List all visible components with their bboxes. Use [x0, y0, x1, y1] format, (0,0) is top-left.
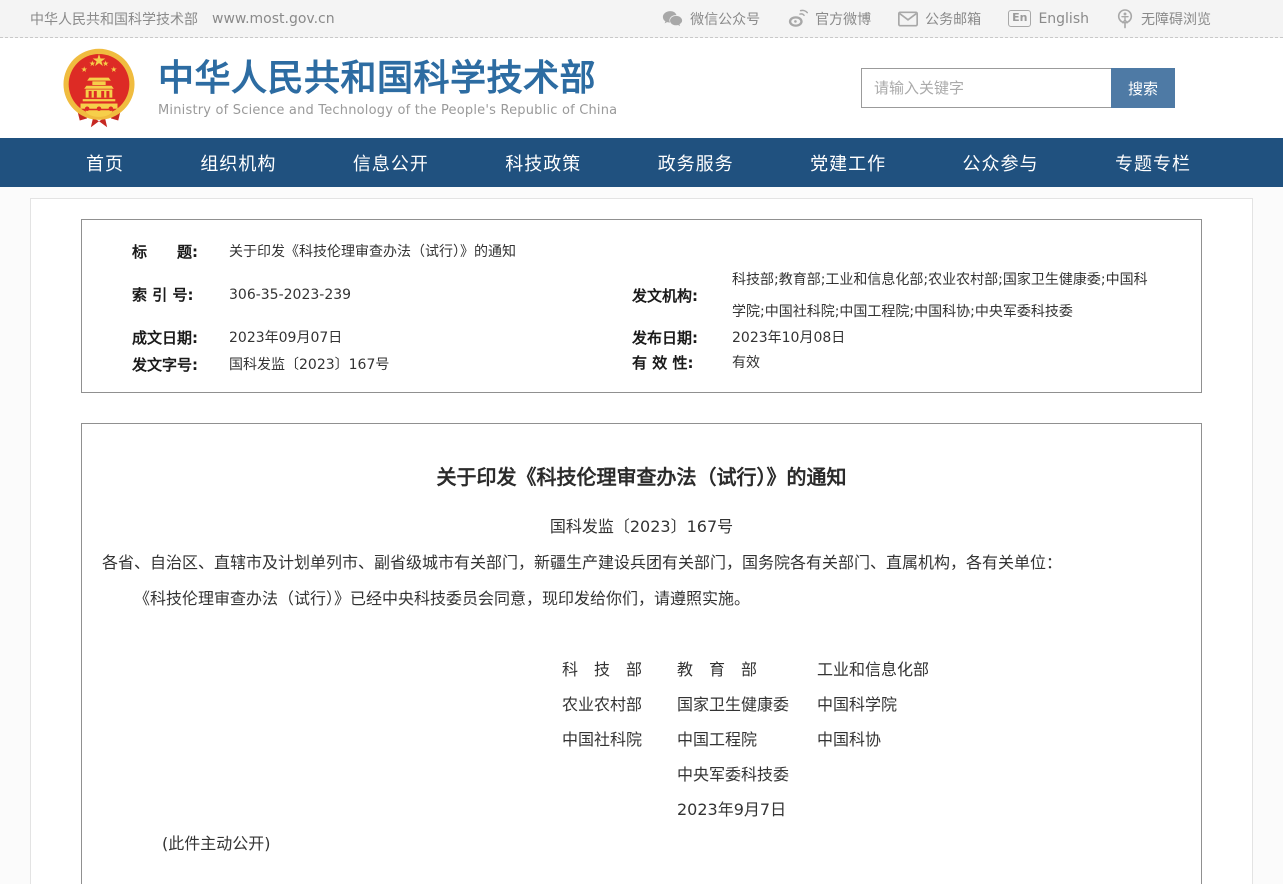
topbar-link-label: English [1038, 11, 1089, 27]
meta-label: 发文字号: [132, 355, 229, 376]
meta-row-index-number: 索 引 号: 306-35-2023-239 [132, 285, 632, 306]
topbar-link-english[interactable]: En English [1008, 10, 1089, 26]
document-paragraph-addressees: 各省、自治区、直辖市及计划单列市、副省级城市有关部门，新疆生产建设兵团有关部门，… [102, 552, 1181, 574]
signatory: 农业农村部 [562, 687, 677, 722]
signature-row: 科 技 部 教 育 部 工业和信息化部 [562, 652, 1181, 687]
document-meta-box: 标 题: 关于印发《科技伦理审查办法（试行）》的通知 索 引 号: 306-35… [81, 219, 1202, 393]
signatory: 中国工程院 [677, 722, 817, 757]
signatory: 中国科协 [817, 722, 1181, 757]
en-icon: En [1008, 10, 1031, 26]
signatory: 工业和信息化部 [817, 652, 1181, 687]
topbar-link-label: 官方微博 [815, 9, 871, 29]
site-identity: 中华人民共和国科学技术部 www.most.gov.cn [30, 9, 335, 29]
brand-text: 中华人民共和国科学技术部 Ministry of Science and Tec… [158, 58, 617, 118]
site-title-cn: 中华人民共和国科学技术部 [158, 58, 617, 99]
meta-label: 标 题: [132, 242, 229, 263]
nav-item-party-building[interactable]: 党建工作 [810, 150, 886, 176]
site-name: 中华人民共和国科学技术部 [30, 9, 198, 29]
meta-label: 成文日期: [132, 328, 229, 349]
main-nav: 首页 组织机构 信息公开 科技政策 政务服务 党建工作 公众参与 专题专栏 [0, 138, 1283, 187]
topbar-link-accessibility[interactable]: 无障碍浏览 [1116, 9, 1211, 29]
national-emblem-icon [62, 47, 136, 129]
meta-left-column: 标 题: 关于印发《科技伦理审查办法（试行）》的通知 索 引 号: 306-35… [82, 232, 632, 392]
meta-row-title: 标 题: 关于印发《科技伦理审查办法（试行）》的通知 [132, 242, 632, 263]
topbar-link-mail[interactable]: 公务邮箱 [898, 9, 981, 29]
site-title-en: Ministry of Science and Technology of th… [158, 103, 617, 118]
signatory: 中国社科院 [562, 722, 677, 757]
meta-row-written-date: 成文日期: 2023年09月07日 [132, 328, 632, 349]
document-body-box: 关于印发《科技伦理审查办法（试行）》的通知 国科发监〔2023〕167号 各省、… [81, 423, 1202, 884]
content-container: 标 题: 关于印发《科技伦理审查办法（试行）》的通知 索 引 号: 306-35… [30, 198, 1253, 884]
meta-value: 2023年09月07日 [229, 328, 342, 349]
signature-date [562, 792, 677, 827]
topbar: 中华人民共和国科学技术部 www.most.gov.cn 微信公众号 官方微博 [0, 0, 1283, 38]
meta-row-publish-date: 发布日期: 2023年10月08日 [632, 328, 1149, 349]
meta-label: 有 效 性: [632, 353, 732, 374]
meta-label: 索 引 号: [132, 285, 229, 306]
meta-row-validity: 有 效 性: 有效 [632, 353, 1149, 374]
topbar-link-label: 微信公众号 [690, 9, 760, 29]
meta-row-doc-number: 发文字号: 国科发监〔2023〕167号 [132, 355, 632, 376]
nav-item-organization[interactable]: 组织机构 [200, 150, 276, 176]
topbar-links: 微信公众号 官方微博 公务邮箱 En English [662, 9, 1211, 29]
signatory [817, 757, 1181, 792]
signatory: 中国科学院 [817, 687, 1181, 722]
meta-right-column: 发文机构: 科技部;教育部;工业和信息化部;农业农村部;国家卫生健康委;中国科学… [632, 232, 1201, 392]
document-number: 国科发监〔2023〕167号 [102, 517, 1181, 537]
signature-row: 中央军委科技委 [562, 757, 1181, 792]
signatory [562, 757, 677, 792]
search-box: 搜索 [861, 68, 1175, 108]
meta-label: 发布日期: [632, 328, 732, 349]
signature-date: 2023年9月7日 [677, 792, 817, 827]
signature-block: 科 技 部 教 育 部 工业和信息化部 农业农村部 国家卫生健康委 中国科学院 … [562, 652, 1181, 827]
nav-item-public-participation[interactable]: 公众参与 [963, 150, 1039, 176]
signature-row-date: 2023年9月7日 [562, 792, 1181, 827]
meta-row-issuing-agencies: 发文机构: 科技部;教育部;工业和信息化部;农业农村部;国家卫生健康委;中国科学… [632, 264, 1149, 328]
meta-value: 有效 [732, 353, 760, 374]
signature-date [817, 792, 1181, 827]
mail-icon [898, 11, 918, 27]
document-paragraph-body: 《科技伦理审查办法（试行）》已经中央科技委员会同意，现印发给你们，请遵照实施。 [102, 588, 1181, 610]
site-header: 中华人民共和国科学技术部 Ministry of Science and Tec… [0, 38, 1283, 138]
weibo-icon [787, 9, 808, 28]
topbar-link-label: 无障碍浏览 [1141, 9, 1211, 29]
signatory: 国家卫生健康委 [677, 687, 817, 722]
nav-item-sci-tech-policy[interactable]: 科技政策 [505, 150, 581, 176]
search-button[interactable]: 搜索 [1111, 68, 1175, 108]
nav-item-info-disclosure[interactable]: 信息公开 [353, 150, 429, 176]
meta-value: 科技部;教育部;工业和信息化部;农业农村部;国家卫生健康委;中国科学院;中国社科… [732, 264, 1149, 328]
accessibility-icon [1116, 9, 1134, 29]
meta-value: 关于印发《科技伦理审查办法（试行）》的通知 [229, 242, 516, 263]
site-url[interactable]: www.most.gov.cn [212, 11, 335, 27]
nav-item-home[interactable]: 首页 [86, 150, 124, 176]
signature-row: 中国社科院 中国工程院 中国科协 [562, 722, 1181, 757]
meta-value: 306-35-2023-239 [229, 285, 351, 306]
signatory: 科 技 部 [562, 652, 677, 687]
topbar-link-weibo[interactable]: 官方微博 [787, 9, 871, 29]
meta-value: 2023年10月08日 [732, 328, 845, 349]
topbar-link-label: 公务邮箱 [925, 9, 981, 29]
wechat-icon [662, 10, 683, 28]
signatory: 教 育 部 [677, 652, 817, 687]
search-input[interactable] [861, 68, 1111, 108]
signatory: 中央军委科技委 [677, 757, 817, 792]
signature-row: 农业农村部 国家卫生健康委 中国科学院 [562, 687, 1181, 722]
nav-item-special-topics[interactable]: 专题专栏 [1115, 150, 1191, 176]
meta-label: 发文机构: [632, 286, 732, 307]
document-title: 关于印发《科技伦理审查办法（试行）》的通知 [102, 464, 1181, 490]
topbar-link-wechat[interactable]: 微信公众号 [662, 9, 760, 29]
nav-item-gov-services[interactable]: 政务服务 [658, 150, 734, 176]
meta-value: 国科发监〔2023〕167号 [229, 355, 389, 376]
brand-link[interactable]: 中华人民共和国科学技术部 Ministry of Science and Tec… [62, 47, 617, 129]
disclosure-note: (此件主动公开) [102, 833, 1181, 855]
